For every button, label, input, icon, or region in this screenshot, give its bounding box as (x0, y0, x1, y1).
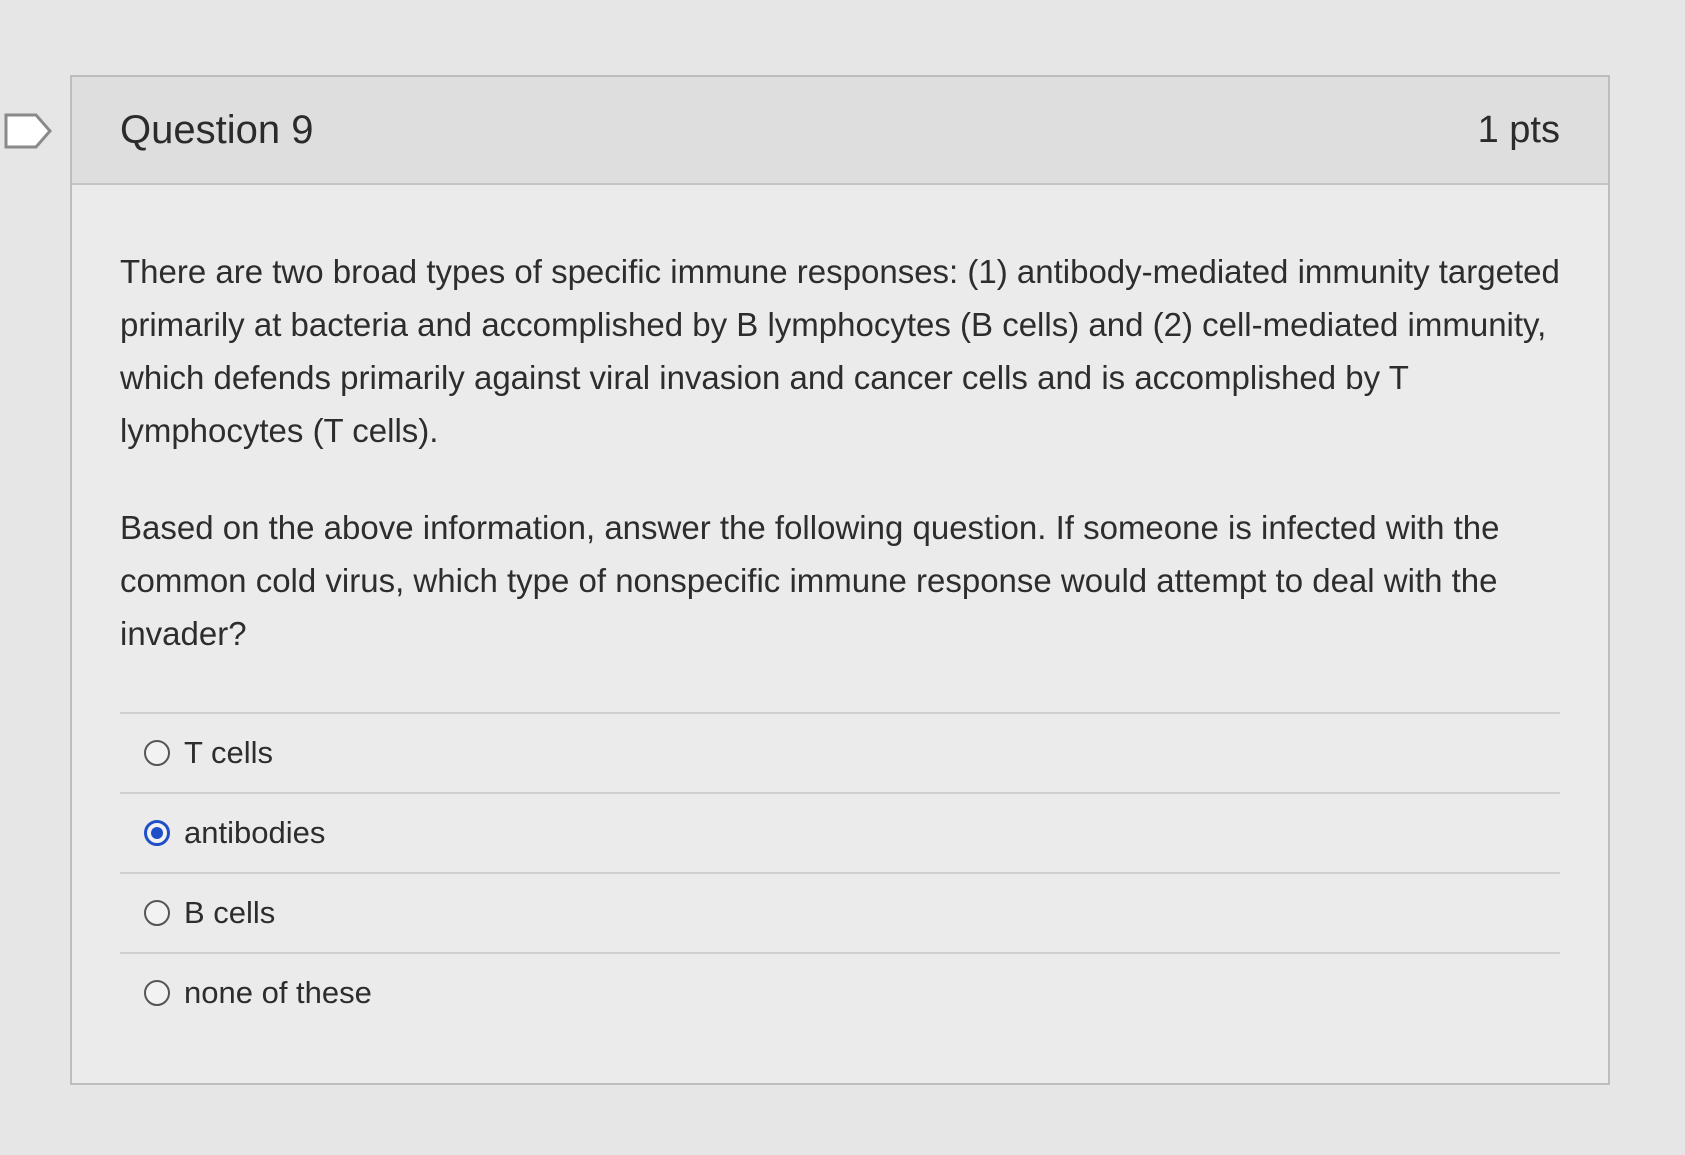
question-header: Question 9 1 pts (72, 77, 1608, 185)
answer-option-b-cells[interactable]: B cells (120, 872, 1560, 952)
question-title: Question 9 (120, 107, 314, 152)
question-points: 1 pts (1477, 108, 1560, 151)
question-prompt-text: Based on the above information, answer t… (120, 509, 1500, 652)
answer-label: none of these (184, 975, 372, 1010)
answer-label: B cells (184, 895, 276, 930)
answer-list: T cells antibodies B cells none of these (120, 712, 1560, 1032)
answer-label: T cells (184, 735, 274, 770)
question-body: There are two broad types of specific im… (72, 185, 1608, 1032)
question-card: Question 9 1 pts There are two broad typ… (70, 75, 1610, 1085)
radio-button-selected[interactable] (144, 820, 170, 846)
answer-label: antibodies (184, 815, 326, 850)
answer-option-t-cells[interactable]: T cells (120, 712, 1560, 792)
radio-button[interactable] (144, 900, 170, 926)
answer-option-antibodies[interactable]: antibodies (120, 792, 1560, 872)
answer-option-none-of-these[interactable]: none of these (120, 952, 1560, 1032)
radio-button[interactable] (144, 980, 170, 1006)
radio-button[interactable] (144, 740, 170, 766)
flag-question-icon[interactable] (4, 113, 54, 149)
question-context-text: There are two broad types of specific im… (120, 253, 1560, 449)
